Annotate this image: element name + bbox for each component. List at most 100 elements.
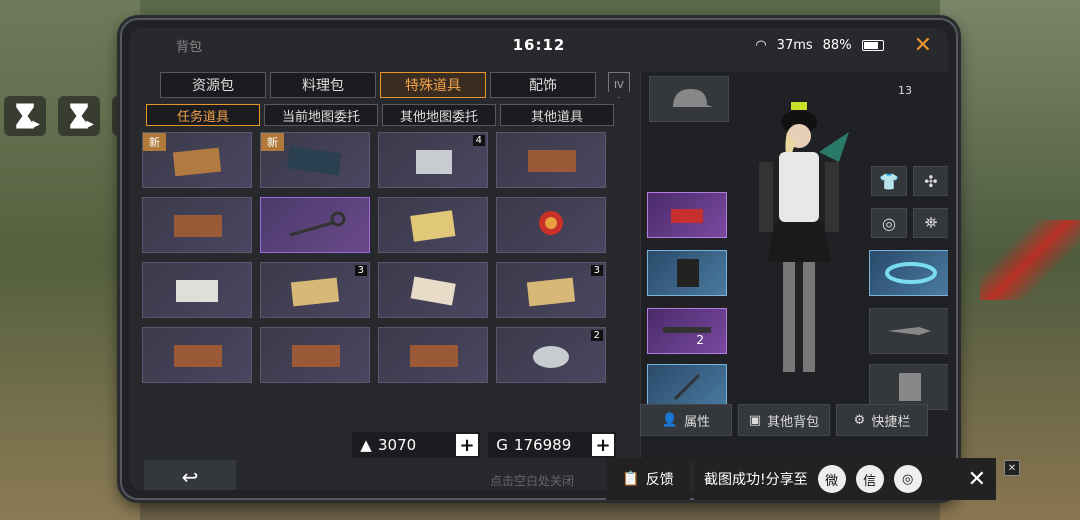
subtab-current-map[interactable]: 当前地图委托 [264, 104, 378, 126]
currency-row: ▲ 3070 + G 176989 + [352, 432, 616, 458]
item-slot[interactable] [496, 132, 606, 188]
collar-icon [885, 262, 937, 284]
book-icon [528, 150, 576, 172]
add-currency-a-button[interactable]: + [456, 434, 478, 456]
battery-icon [861, 39, 884, 51]
add-currency-b-button[interactable]: + [592, 434, 614, 456]
clock: 16:12 [512, 36, 566, 54]
other-bag-label: 其他背包 [767, 414, 820, 430]
turret-icon: ⛯ [924, 213, 938, 232]
item-slot[interactable]: 2 [496, 327, 606, 383]
attributes-label: 属性 [684, 414, 711, 430]
item-slot[interactable] [260, 197, 370, 253]
new-badge: 新 [261, 133, 284, 151]
item-count: 3 [590, 265, 603, 276]
subtab-other-map[interactable]: 其他地图委托 [382, 104, 496, 126]
tab-resource-pack[interactable]: 资源包 [160, 72, 266, 98]
currency-a-value: 3070 [378, 436, 417, 454]
new-badge: 新 [143, 133, 166, 151]
item-slot[interactable] [142, 327, 252, 383]
drone-slot[interactable]: ✣ [913, 166, 948, 196]
level-badge: 13 [898, 83, 912, 97]
book-icon [410, 345, 458, 367]
item-slot[interactable] [496, 197, 606, 253]
item-slot[interactable] [142, 262, 252, 318]
book-icon [174, 215, 222, 237]
envelope-icon [290, 277, 340, 307]
tab-accessories[interactable]: 配饰 [490, 72, 596, 98]
turret-slot[interactable]: ⛯ [913, 208, 948, 238]
subtab-other-items[interactable]: 其他道具 [500, 104, 614, 126]
background-left [0, 0, 140, 520]
item-slot[interactable]: 新 [142, 132, 252, 188]
currency-b: G 176989 + [488, 432, 616, 458]
clipboard-icon: 📋 [622, 471, 640, 487]
device-frame: 背包 16:12 ◠ 37ms 88% ✕ 资源包 料理包 特殊道具 配饰 IV… [120, 18, 958, 500]
subtab-quest-items[interactable]: 任务道具 [146, 104, 260, 126]
character-model [739, 92, 859, 392]
feedback-label: 反馈 [645, 472, 674, 488]
key-icon [289, 211, 346, 237]
weibo-icon[interactable]: 微 [817, 465, 846, 493]
attributes-button[interactable]: 👤 属性 [640, 404, 732, 436]
wechat-icon[interactable]: 信 [855, 465, 884, 493]
shortcut-bar-button[interactable]: ⚙ 快捷栏 [836, 404, 928, 436]
other-bag-button[interactable]: ▣ 其他背包 [738, 404, 830, 436]
item-slot[interactable] [142, 197, 252, 253]
item-slot[interactable] [378, 197, 488, 253]
status-bar: 背包 16:12 ◠ 37ms 88% ✕ [130, 28, 948, 62]
back-arrow-icon: ↩ [181, 465, 199, 489]
helmet-slot[interactable] [649, 76, 729, 122]
inventory-panel: 资源包 料理包 特殊道具 配饰 IV 任务道具 当前地图委托 其他地图委托 其他… [142, 72, 630, 462]
envelope-icon [172, 147, 222, 177]
person-icon: 👤 [661, 412, 679, 428]
ore-icon: ▲ [360, 436, 372, 454]
rifle-icon [663, 327, 711, 333]
ring-icon: ◎ [882, 213, 896, 233]
item-slot[interactable]: 新 [260, 132, 370, 188]
gadget-slot[interactable] [647, 192, 727, 238]
collar-slot[interactable] [869, 250, 948, 296]
armor-slot[interactable] [647, 250, 727, 296]
backpack-screen: 背包 16:12 ◠ 37ms 88% ✕ 资源包 料理包 特殊道具 配饰 IV… [130, 28, 948, 490]
hourglass-icon: ▶ [4, 96, 46, 136]
drone-icon: ✣ [924, 171, 938, 191]
close-hint: 点击空白处关闭 [490, 474, 575, 488]
medal-icon [539, 211, 563, 235]
weapon-count: 2 [696, 333, 704, 347]
close-share-icon[interactable]: ✕ [968, 467, 986, 492]
share-text: 截图成功!分享至 [704, 472, 808, 488]
background-red-streak [980, 220, 1080, 300]
coin-icon: G [496, 436, 508, 454]
weapon-slot[interactable]: 2 [647, 308, 727, 354]
item-slot[interactable] [260, 327, 370, 383]
tab-cooking-pack[interactable]: 料理包 [270, 72, 376, 98]
dog-tag-icon [533, 346, 569, 368]
item-slot[interactable] [378, 262, 488, 318]
cap-icon [673, 89, 713, 107]
item-slot[interactable]: 4 [378, 132, 488, 188]
category-tabs: 资源包 料理包 特殊道具 配饰 [160, 72, 630, 98]
feedback-button[interactable]: 📋 反馈 [606, 458, 690, 500]
mini-close-icon[interactable]: ✕ [1004, 460, 1020, 476]
back-button[interactable]: ↩ [144, 460, 236, 490]
shirt-slot[interactable]: 👕 [871, 166, 907, 196]
share-panel: 截图成功!分享至 微 信 ◎ ✕ [694, 458, 996, 500]
sub-tabs: 任务道具 当前地图委托 其他地图委托 其他道具 [146, 104, 630, 126]
item-slot[interactable] [378, 327, 488, 383]
item-count: 3 [354, 265, 367, 276]
knife-icon [887, 327, 931, 335]
item-slot[interactable]: 3 [260, 262, 370, 318]
ring-slot[interactable]: ◎ [871, 208, 907, 238]
currency-b-value: 176989 [514, 436, 572, 454]
letter-icon [410, 276, 456, 306]
item-grid: 新 新 4 3 3 2 [142, 132, 630, 383]
envelope-icon [526, 277, 576, 307]
gadget-icon [671, 209, 703, 223]
moments-icon[interactable]: ◎ [893, 465, 922, 493]
tab-special-items[interactable]: 特殊道具 [380, 72, 486, 98]
item-slot[interactable]: 3 [496, 262, 606, 318]
book-icon [292, 345, 340, 367]
bag-icon: ▣ [748, 412, 762, 428]
knife-slot[interactable] [869, 308, 948, 354]
